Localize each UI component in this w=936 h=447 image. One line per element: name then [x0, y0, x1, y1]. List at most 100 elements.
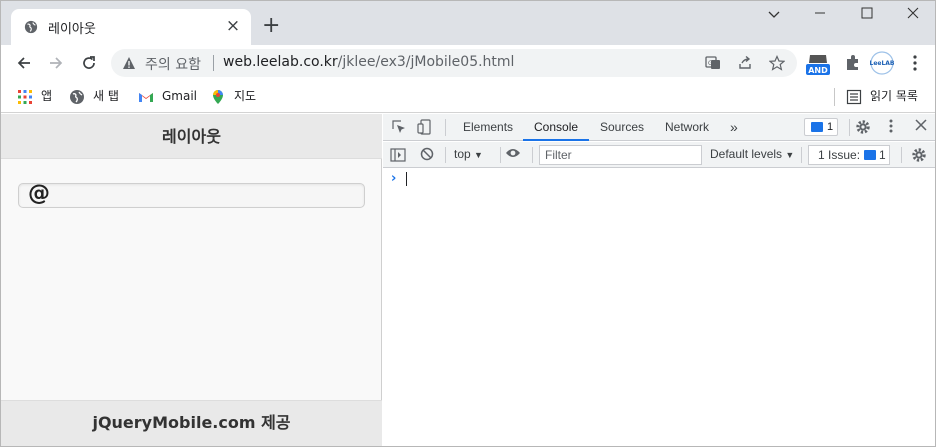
svg-text:G: G: [708, 60, 713, 67]
maximize-button[interactable]: [844, 7, 890, 29]
minimize-icon: [815, 12, 825, 14]
messages-badge[interactable]: 1: [804, 118, 838, 136]
translate-icon[interactable]: G: [705, 55, 721, 71]
globe-icon: [70, 89, 84, 104]
toolbar-separator: [801, 147, 802, 163]
inspect-element-icon[interactable]: [391, 119, 407, 135]
more-tabs-button[interactable]: »: [730, 114, 738, 141]
tab-strip: 레이아웃 × +: [1, 1, 935, 45]
warning-icon[interactable]: [122, 56, 136, 70]
footer-text: jQueryMobile.com 제공: [92, 413, 291, 432]
console-toolbar: top ▼ Filter Default levels ▼ 1 Issue: 1: [383, 142, 935, 168]
reading-list-label: 읽기 목록: [870, 89, 918, 103]
caret-down-icon: ▼: [474, 150, 483, 160]
console-output[interactable]: ›: [383, 169, 935, 446]
minimize-button[interactable]: [797, 7, 843, 29]
chevron-down-icon: [768, 11, 780, 18]
console-input-caret[interactable]: [406, 172, 407, 186]
bookmark-maps[interactable]: 지도: [210, 86, 256, 106]
clear-console-icon[interactable]: [419, 147, 435, 163]
console-settings-gear-icon[interactable]: [911, 147, 927, 163]
issues-button[interactable]: 1 Issue: 1: [808, 145, 890, 165]
tab-search-button[interactable]: [751, 7, 797, 29]
leelab-extension-icon[interactable]: LeeLAB: [869, 51, 895, 75]
toolbar-separator: [901, 147, 902, 163]
bookmark-label: 새 탭: [93, 89, 119, 103]
url-host: web.leelab.co.kr: [223, 54, 338, 70]
maximize-icon: [861, 7, 873, 19]
page-header: 레이아웃: [1, 114, 382, 159]
log-levels-dropdown[interactable]: Default levels ▼: [710, 147, 794, 161]
levels-label: Default levels: [710, 147, 783, 161]
devtools-panel: Elements Console Sources Network » 1 top…: [383, 114, 935, 446]
page-viewport: 레이아웃 @ jQueryMobile.com 제공: [1, 114, 382, 446]
page-footer: jQueryMobile.com 제공: [1, 400, 382, 446]
svg-text:AND: AND: [808, 66, 828, 75]
bookmarks-bar: 앱 새 탭 Gmail 지도 읽기 목록: [1, 81, 935, 113]
context-selector[interactable]: top ▼: [454, 147, 483, 161]
more-options-icon[interactable]: [883, 119, 899, 135]
bookmark-new-tab[interactable]: 새 탭: [69, 86, 119, 106]
reading-list-button[interactable]: 읽기 목록: [846, 86, 918, 106]
devtools-separator: [849, 119, 850, 136]
arrow-left-icon: [17, 57, 30, 69]
caret-down-icon: ▼: [785, 150, 795, 160]
settings-gear-icon[interactable]: [855, 119, 871, 135]
close-icon: [907, 7, 919, 19]
apps-grid-icon: [18, 89, 32, 104]
toolbar-separator: [532, 147, 533, 163]
bookmark-star-icon[interactable]: [768, 55, 786, 71]
message-icon: [811, 122, 823, 132]
sidebar-toggle-icon[interactable]: [390, 147, 406, 163]
url-path: /jklee/ex3/jMobile05.html: [337, 54, 515, 70]
console-prompt-icon: ›: [391, 171, 397, 186]
extensions-puzzle-icon[interactable]: [841, 51, 865, 75]
email-field[interactable]: @: [18, 181, 365, 208]
gmail-icon: [139, 92, 153, 102]
bookmark-label: 앱: [41, 89, 53, 103]
chrome-menu-button[interactable]: [904, 52, 926, 74]
bookmark-gmail[interactable]: Gmail: [138, 86, 197, 106]
bookmarks-separator: [834, 88, 835, 106]
security-status[interactable]: 주의 요함: [145, 54, 201, 74]
browser-toolbar: 주의 요함 web.leelab.co.kr/jklee/ex3/jMobile…: [1, 45, 935, 81]
bookmark-apps[interactable]: 앱: [17, 86, 52, 106]
url-text[interactable]: web.leelab.co.kr/jklee/ex3/jMobile05.htm…: [223, 54, 514, 70]
issues-count: 1: [879, 148, 886, 162]
devtools-separator: [445, 119, 446, 136]
close-window-button[interactable]: [890, 7, 935, 29]
share-icon[interactable]: [737, 55, 753, 71]
browser-window: 레이아웃 × + 주의 요함 web.leelab.co.kr/jklee/ex…: [0, 0, 936, 447]
tab-title: 레이아웃: [48, 22, 96, 37]
tab-console[interactable]: Console: [523, 114, 590, 141]
devtools-tabbar: Elements Console Sources Network » 1: [383, 114, 935, 141]
issue-icon: [864, 150, 876, 160]
device-toolbar-icon[interactable]: [417, 119, 433, 135]
context-label: top: [454, 147, 471, 161]
reading-list-icon: [846, 89, 862, 104]
tab-elements[interactable]: Elements: [463, 114, 513, 141]
page-title: 레이아웃: [162, 127, 221, 146]
and-extension-icon[interactable]: AND: [805, 51, 830, 75]
tab-network[interactable]: Network: [665, 114, 709, 141]
toolbar-separator: [445, 147, 446, 163]
live-expression-eye-icon[interactable]: [505, 147, 521, 163]
new-tab-button[interactable]: +: [262, 15, 280, 37]
close-tab-icon[interactable]: ×: [224, 17, 242, 35]
globe-icon: [24, 20, 38, 34]
omnibox-separator: [213, 55, 214, 71]
message-count: 1: [827, 121, 834, 133]
address-bar[interactable]: 주의 요함 web.leelab.co.kr/jklee/ex3/jMobile…: [111, 49, 797, 77]
toolbar-separator: [500, 147, 501, 163]
reload-icon: [83, 56, 95, 69]
forward-button[interactable]: [45, 52, 67, 74]
reload-button[interactable]: [78, 52, 100, 74]
maps-pin-icon: [213, 89, 223, 104]
tab-sources[interactable]: Sources: [600, 114, 644, 141]
bookmark-label: Gmail: [162, 89, 198, 103]
more-vert-icon: [913, 55, 917, 71]
browser-tab[interactable]: 레이아웃 ×: [11, 9, 251, 45]
console-filter-input[interactable]: Filter: [539, 145, 702, 165]
close-devtools-icon[interactable]: [913, 119, 929, 135]
back-button[interactable]: [13, 52, 35, 74]
